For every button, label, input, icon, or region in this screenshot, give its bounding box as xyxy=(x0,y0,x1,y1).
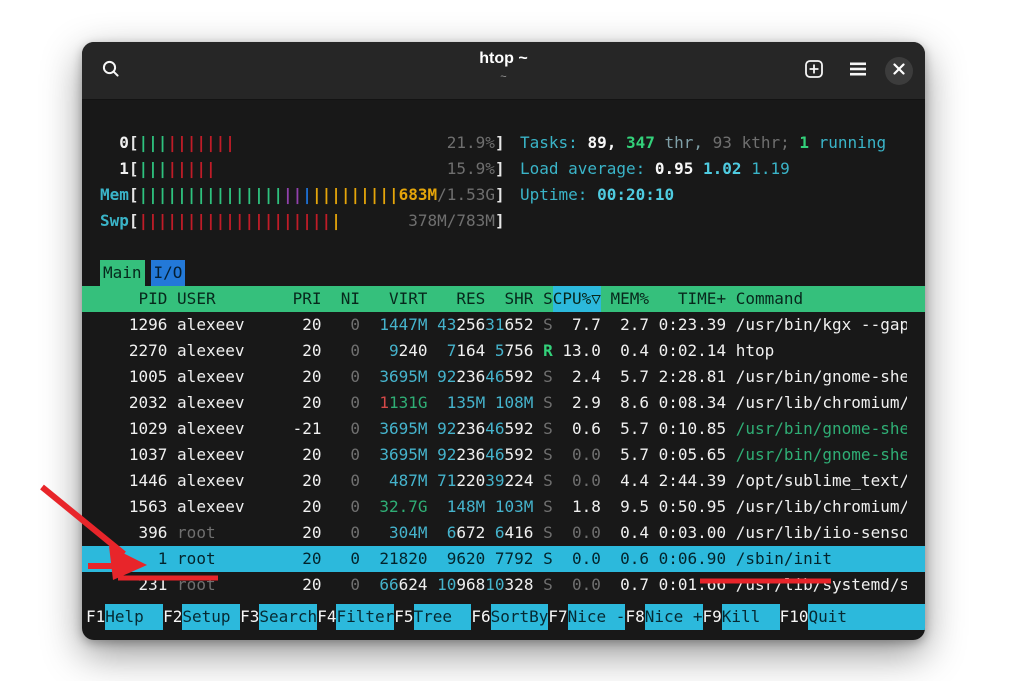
column-header-s[interactable]: S xyxy=(533,286,552,312)
process-row-pid-2032[interactable]: 2032alexeev2001131G135M108MS2.98.60:08.3… xyxy=(100,390,907,416)
meters: 0[||||||||||21.9%]1[||||||||15.9%]Mem[||… xyxy=(100,130,512,234)
tab-bar: MainI/O xyxy=(100,260,907,286)
console-window: htop ~ ~ xyxy=(82,42,925,640)
new-tab-icon xyxy=(803,58,825,83)
close-icon xyxy=(893,63,905,78)
terminal-area: 0[||||||||||21.9%]1[||||||||15.9%]Mem[||… xyxy=(82,100,925,640)
close-button[interactable] xyxy=(885,57,913,85)
column-header-virt[interactable]: VIRT xyxy=(360,286,427,312)
menu-button[interactable] xyxy=(841,54,875,88)
new-tab-button[interactable] xyxy=(797,54,831,88)
menu-icon xyxy=(848,61,868,80)
column-header-res[interactable]: RES xyxy=(427,286,485,312)
fkey-f3[interactable]: F3Search xyxy=(240,604,317,630)
process-row-pid-231[interactable]: 231root200666241096810328S0.00.70:01.66/… xyxy=(100,572,907,598)
tasks-line: Tasks: 89, 347 thr, 93 kthr; 1 running xyxy=(520,130,907,156)
meter-cpu0: 0[||||||||||21.9%] xyxy=(100,130,512,156)
column-header-time[interactable]: TIME+ xyxy=(649,286,726,312)
process-row-pid-2270[interactable]: 2270alexeev200924071645756R13.00.40:02.1… xyxy=(100,338,907,364)
process-list: 1296alexeev2001447M4325631652S7.72.70:23… xyxy=(100,312,907,598)
fkey-f4[interactable]: F4Filter xyxy=(317,604,394,630)
table-header: PID USERPRINIVIRTRESSHRSCPU%▽MEM%TIME+ Com… xyxy=(82,286,925,312)
process-row-pid-1296[interactable]: 1296alexeev2001447M4325631652S7.72.70:23… xyxy=(100,312,907,338)
process-row-pid-1029[interactable]: 1029alexeev-2103695M9223646592S0.65.70:1… xyxy=(100,416,907,442)
fkey-f5[interactable]: F5Tree xyxy=(394,604,471,630)
fkey-f10[interactable]: F10Quit xyxy=(780,604,925,630)
fkey-f6[interactable]: F6SortBy xyxy=(471,604,548,630)
process-row-pid-1005[interactable]: 1005alexeev2003695M9223646592S2.45.72:28… xyxy=(100,364,907,390)
uptime-line: Uptime: 00:20:10 xyxy=(520,182,907,208)
column-header-pri[interactable]: PRI xyxy=(273,286,321,312)
column-header-mem[interactable]: MEM% xyxy=(601,286,649,312)
process-row-pid-1563[interactable]: 1563alexeev20032.7G148M103MS1.89.50:50.9… xyxy=(100,494,907,520)
meter-cpu1: 1[||||||||15.9%] xyxy=(100,156,512,182)
search-button[interactable] xyxy=(94,54,128,88)
column-header-cpu[interactable]: CPU%▽ xyxy=(553,286,601,312)
column-header-shr[interactable]: SHR xyxy=(485,286,533,312)
headerbar-controls xyxy=(797,54,913,88)
meters-and-info: 0[||||||||||21.9%]1[||||||||15.9%]Mem[||… xyxy=(100,130,907,234)
screenshot-stage: htop ~ ~ xyxy=(0,0,1009,681)
process-row-pid-1[interactable]: 1root2002182096207792S0.00.60:06.90/sbin… xyxy=(82,546,925,572)
load-average-line: Load average: 0.95 1.02 1.19 xyxy=(520,156,907,182)
tab-main[interactable]: Main xyxy=(100,260,145,286)
sysinfo: Tasks: 89, 347 thr, 93 kthr; 1 runningLo… xyxy=(512,130,907,234)
process-row-pid-1037[interactable]: 1037alexeev2003695M9223646592S0.05.70:05… xyxy=(100,442,907,468)
meter-swp: Swp[|||||||||||||||||||||378M/783M] xyxy=(100,208,512,234)
meter-mem: Mem[|||||||||||||||||||||||||||683M/1.53… xyxy=(100,182,512,208)
column-header-user[interactable]: USER xyxy=(177,286,273,312)
blank-line xyxy=(100,234,907,260)
headerbar: htop ~ ~ xyxy=(82,42,925,100)
fkey-bar: F1Help F2Setup F3SearchF4FilterF5Tree F6… xyxy=(82,604,925,630)
process-row-pid-1446[interactable]: 1446alexeev200487M7122039224S0.04.42:44.… xyxy=(100,468,907,494)
fkey-f7[interactable]: F7Nice - xyxy=(548,604,625,630)
tab-io[interactable]: I/O xyxy=(151,260,186,286)
fkey-f8[interactable]: F8Nice + xyxy=(625,604,702,630)
column-header-ni[interactable]: NI xyxy=(322,286,361,312)
fkey-f1[interactable]: F1Help xyxy=(86,604,163,630)
search-icon xyxy=(101,59,121,82)
fkey-f9[interactable]: F9Kill xyxy=(703,604,780,630)
column-header-pid[interactable]: PID xyxy=(100,286,167,312)
process-row-pid-396[interactable]: 396root200304M66726416S0.00.40:03.00/usr… xyxy=(100,520,907,546)
column-header-cmd[interactable]: Command xyxy=(736,286,907,312)
fkey-f2[interactable]: F2Setup xyxy=(163,604,240,630)
